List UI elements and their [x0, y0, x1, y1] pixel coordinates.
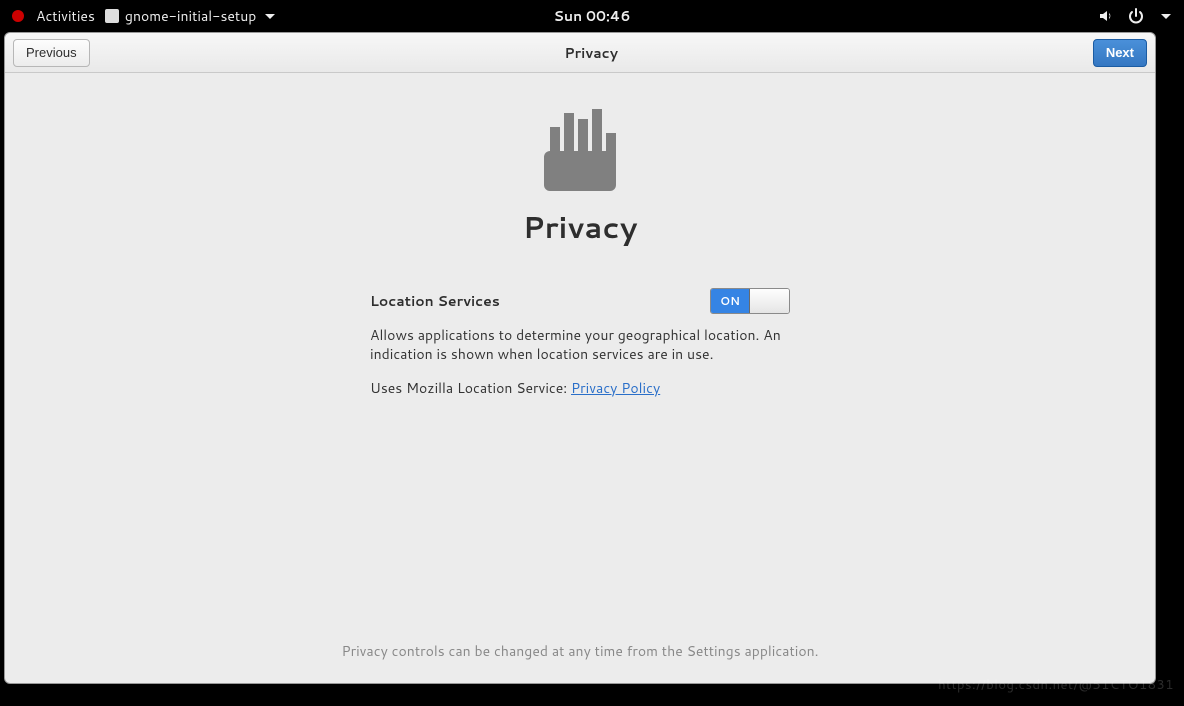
chevron-down-icon [262, 8, 278, 24]
location-services-block: Location Services ON Allows applications… [370, 288, 790, 398]
location-services-label: Location Services [370, 291, 500, 311]
location-services-switch[interactable]: ON [710, 288, 790, 314]
initial-setup-window: Previous Privacy Next Privacy Location S… [4, 32, 1156, 684]
location-services-policy: Uses Mozilla Location Service: Privacy P… [370, 378, 790, 398]
location-services-description: Allows applications to determine your ge… [370, 326, 790, 364]
page-footer-note: Privacy controls can be changed at any t… [5, 641, 1155, 661]
app-menu[interactable]: gnome-initial-setup [105, 6, 278, 26]
chevron-down-icon[interactable] [1158, 8, 1174, 24]
switch-on-label: ON [711, 289, 750, 313]
previous-button[interactable]: Previous [13, 39, 90, 67]
app-menu-label: gnome-initial-setup [125, 6, 256, 26]
privacy-policy-link[interactable]: Privacy Policy [571, 378, 660, 398]
clock[interactable]: Sun 00:46 [554, 6, 631, 26]
activities-button[interactable]: Activities [36, 6, 95, 26]
headerbar-title: Privacy [90, 43, 1093, 63]
volume-icon[interactable] [1098, 8, 1114, 24]
page-title: Privacy [523, 205, 638, 248]
gnome-topbar: Activities gnome-initial-setup Sun 00:46 [0, 0, 1184, 32]
headerbar: Previous Privacy Next [5, 33, 1155, 73]
next-button[interactable]: Next [1093, 39, 1147, 67]
page-content: Privacy Location Services ON Allows appl… [5, 73, 1155, 683]
switch-knob [750, 289, 789, 313]
policy-prefix: Uses Mozilla Location Service: [370, 378, 571, 398]
power-icon[interactable] [1128, 8, 1144, 24]
app-menu-icon [105, 9, 119, 23]
redhat-logo-icon [10, 8, 26, 24]
privacy-hand-icon [540, 107, 620, 191]
